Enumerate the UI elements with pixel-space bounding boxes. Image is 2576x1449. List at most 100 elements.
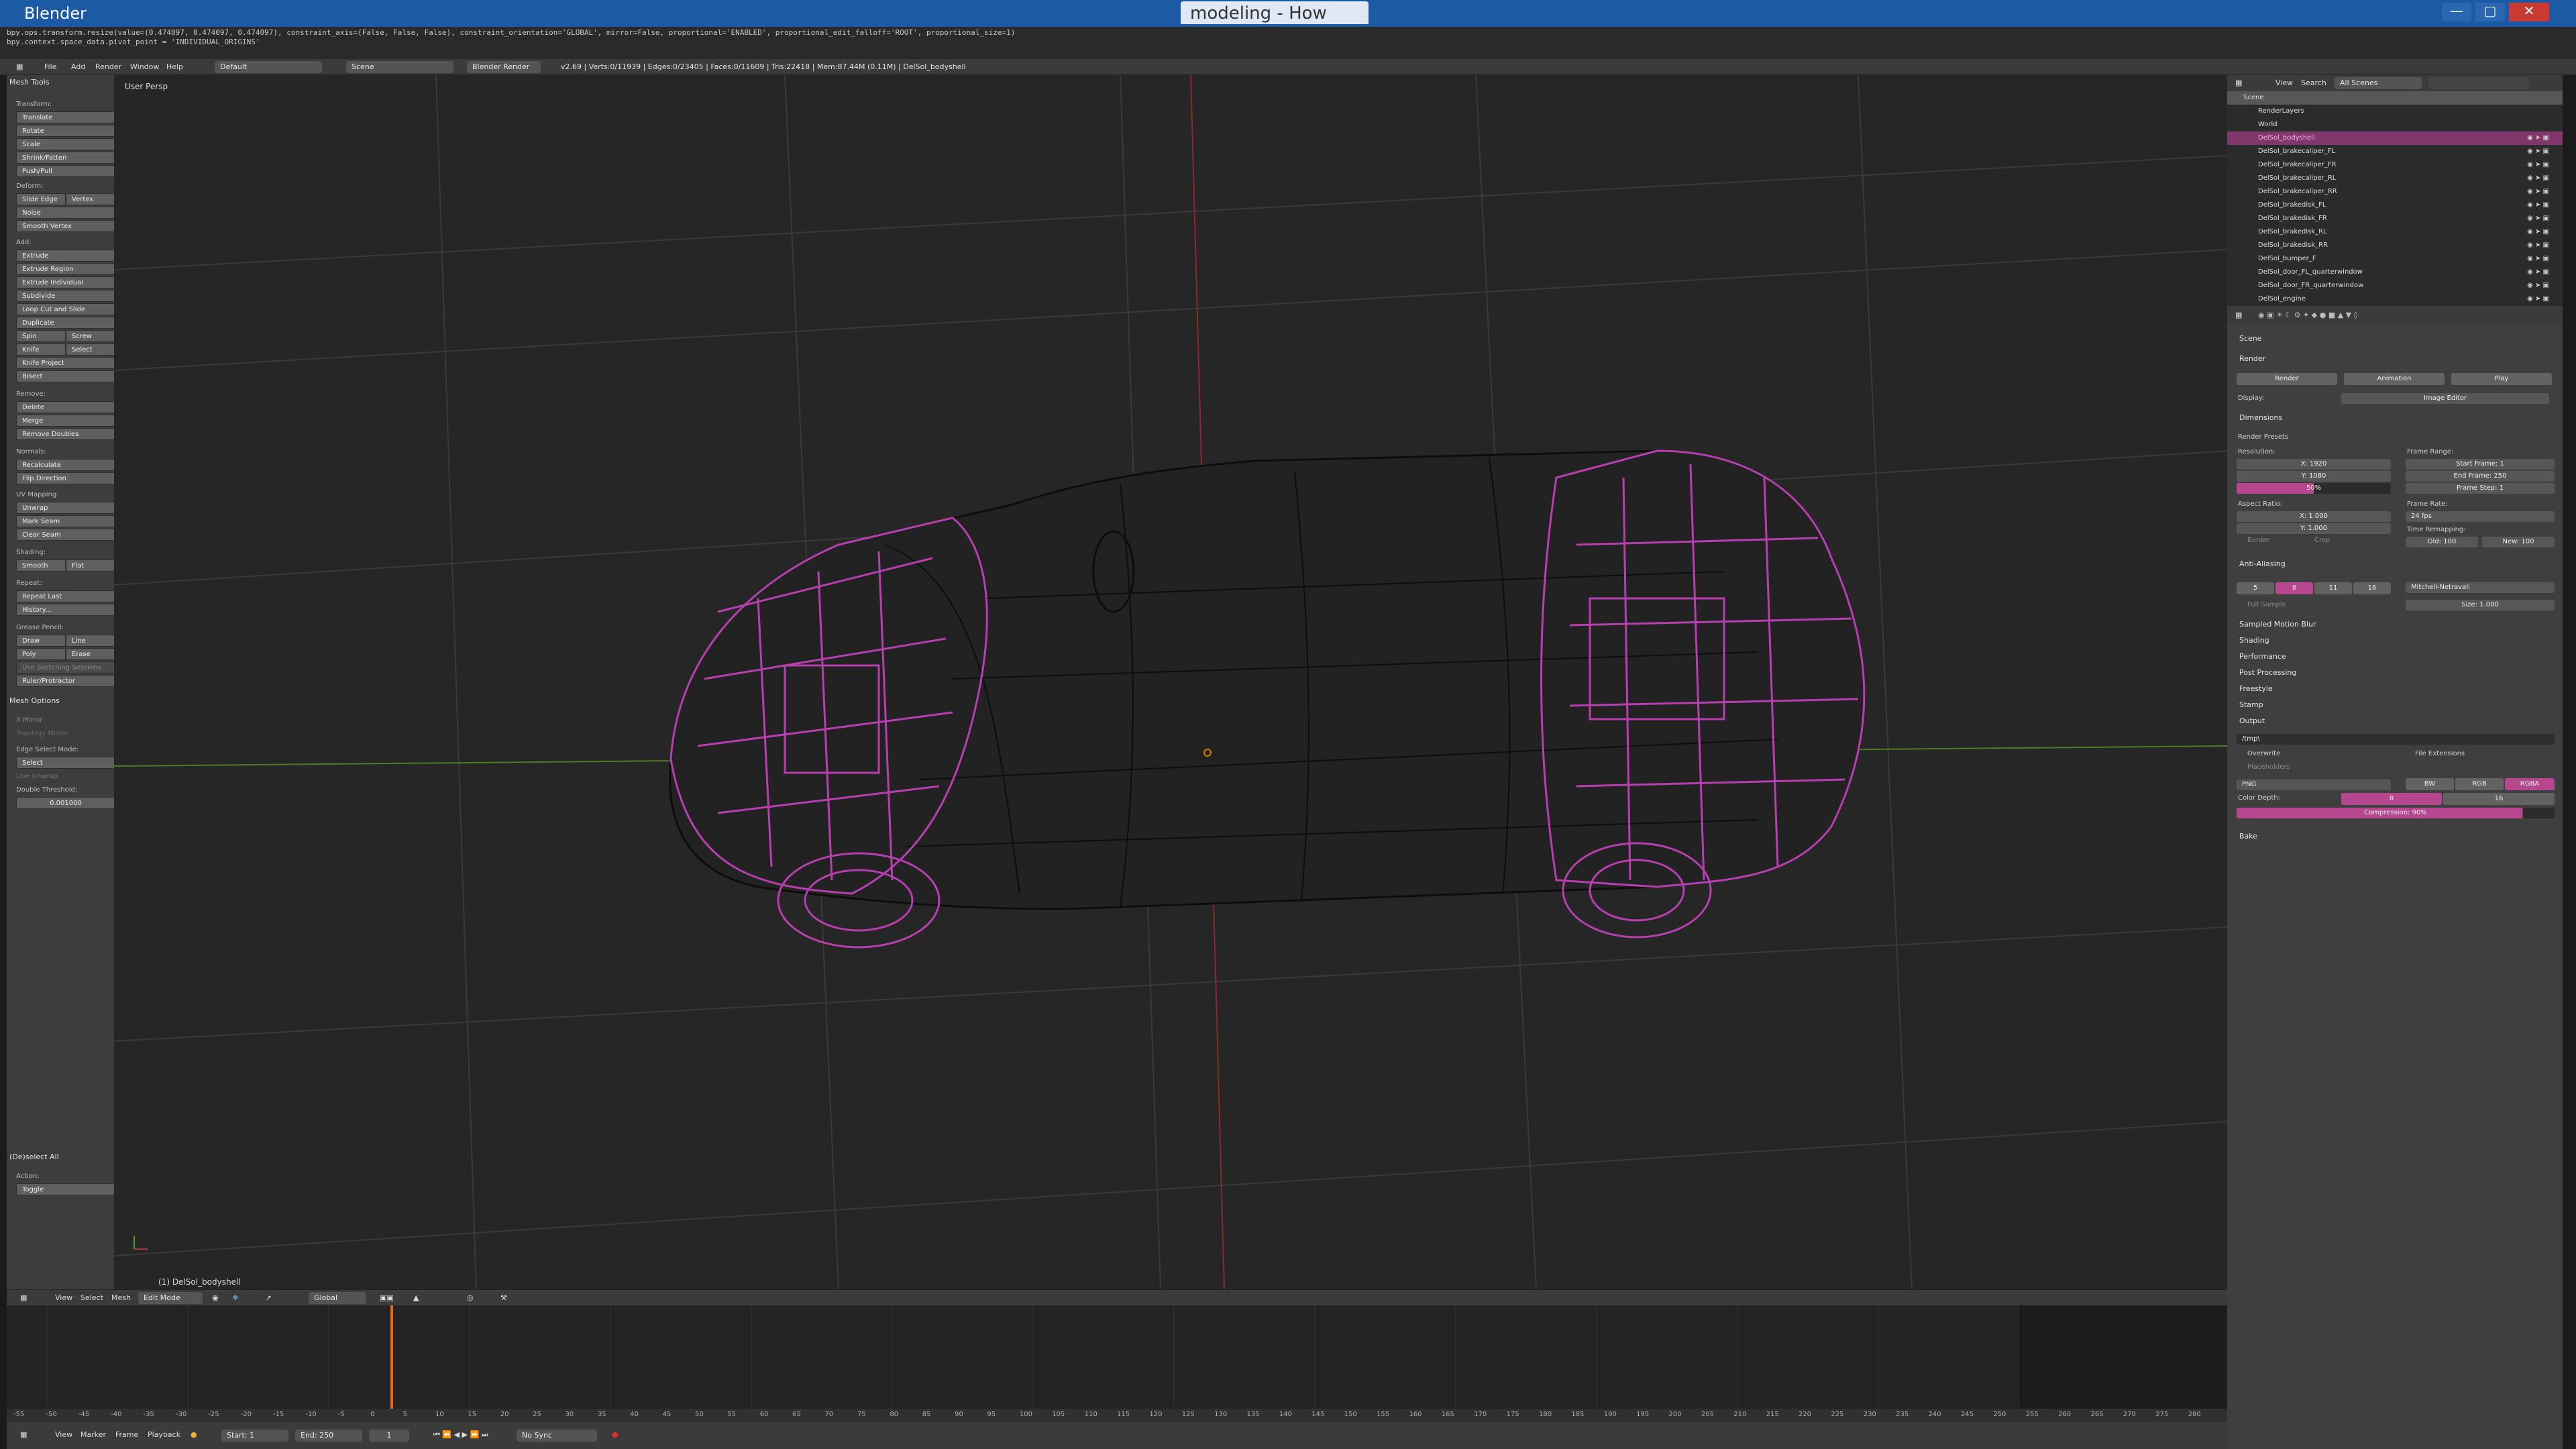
file-extensions-checkbox[interactable]: File Extensions	[2415, 750, 2465, 757]
spin-button[interactable]: Spin	[16, 330, 66, 342]
duplicate-button[interactable]: Duplicate	[16, 317, 115, 329]
rotate-button[interactable]: Rotate	[16, 125, 115, 137]
color-depth-16-button[interactable]: 16	[2443, 793, 2555, 805]
play-button[interactable]: Play	[2451, 373, 2552, 385]
aa-samples-5[interactable]: 5	[2237, 582, 2274, 594]
manipulator-icon[interactable]: ➚	[262, 1292, 276, 1304]
aspect-y-field[interactable]: Y: 1.000	[2237, 523, 2391, 534]
outliner-row[interactable]: World	[2227, 118, 2563, 131]
recalculate-button[interactable]: Recalculate	[16, 459, 115, 471]
record-icon[interactable]: ●	[608, 1429, 623, 1441]
post-processing-panel[interactable]: Post Processing	[2239, 668, 2296, 677]
scale-button[interactable]: Scale	[16, 138, 115, 150]
overwrite-checkbox[interactable]: Overwrite	[2247, 750, 2280, 757]
aa-filter-select[interactable]: Mitchell-Netravali	[2406, 582, 2555, 593]
color-depth-8-button[interactable]: 8	[2341, 793, 2442, 805]
layers-icon[interactable]: ▣▣	[376, 1292, 398, 1304]
use-sketching-checkbox[interactable]: Use Sketching Sessions	[16, 661, 115, 674]
timeline-canvas[interactable]	[7, 1305, 2227, 1422]
knife-project-button[interactable]: Knife Project	[16, 357, 115, 369]
push-pull-button[interactable]: Push/Pull	[16, 165, 115, 177]
action-select[interactable]: Toggle	[16, 1183, 115, 1195]
time-remap-new-field[interactable]: New: 100	[2482, 537, 2555, 547]
display-select[interactable]: Image Editor	[2341, 393, 2549, 404]
repeat-last-button[interactable]: Repeat Last	[16, 590, 115, 602]
aa-samples-8[interactable]: 8	[2275, 582, 2313, 594]
color-rgb-button[interactable]: RGB	[2455, 778, 2504, 790]
mark-seam-button[interactable]: Mark Seam	[16, 515, 115, 527]
outliner[interactable]: Scene RenderLayers World DelSol_bodyshel…	[2227, 91, 2563, 306]
outliner-row[interactable]: DelSol_door_FR_quarterwindow ◉ ➤ ▣	[2227, 279, 2563, 292]
resolution-x-field[interactable]: X: 1920	[2237, 459, 2391, 470]
proportional-icon[interactable]: ◎	[463, 1292, 478, 1304]
properties-tabs[interactable]: ▦ ◉ ▣ ☀ ☾ ⚙ ✦ ◆ ● ■ ▲ ▼ ◊	[2227, 306, 2563, 325]
visibility-icon[interactable]: ◉ ➤ ▣	[2527, 292, 2549, 306]
subdivide-button[interactable]: Subdivide	[16, 290, 115, 302]
loop-cut-button[interactable]: Loop Cut and Slide	[16, 303, 115, 315]
outliner-row[interactable]: DelSol_brakecaliper_RL ◉ ➤ ▣	[2227, 172, 2563, 185]
output-path-field[interactable]: /tmp\	[2237, 734, 2555, 745]
extrude-individual-button[interactable]: Extrude Individual	[16, 276, 115, 288]
color-bw-button[interactable]: BW	[2406, 778, 2454, 790]
extrude-region-button[interactable]: Extrude Region	[16, 263, 115, 275]
outliner-row[interactable]: DelSol_door_FL_quarterwindow ◉ ➤ ▣	[2227, 266, 2563, 279]
live-unwrap-checkbox[interactable]: Live Unwrap	[16, 773, 58, 780]
menu-file[interactable]: File	[40, 61, 60, 73]
editor-type-icon[interactable]: ▦	[2231, 309, 2246, 321]
flat-button[interactable]: Flat	[66, 559, 115, 572]
delete-button[interactable]: Delete	[16, 401, 115, 413]
visibility-icon[interactable]: ◉ ➤ ▣	[2527, 172, 2549, 185]
outliner-row[interactable]: DelSol_brakecaliper_RR ◉ ➤ ▣	[2227, 185, 2563, 199]
playback-controls-icon[interactable]: ⏮ ⏪ ◀ ▶ ⏩ ⏭	[429, 1429, 492, 1441]
freestyle-panel[interactable]: Freestyle	[2239, 684, 2273, 693]
slide-vertex-button[interactable]: Vertex	[66, 193, 115, 205]
editor-type-icon[interactable]: ▦	[12, 61, 27, 73]
car-wireframe[interactable]	[669, 449, 1866, 949]
outliner-row[interactable]: DelSol_brakecaliper_FL ◉ ➤ ▣	[2227, 145, 2563, 158]
menu-render[interactable]: Render	[91, 61, 125, 73]
outliner-row[interactable]: DelSol_brakedisk_RR ◉ ➤ ▣	[2227, 239, 2563, 252]
noise-button[interactable]: Noise	[16, 207, 115, 219]
outliner-row[interactable]: DelSol_brakedisk_FR ◉ ➤ ▣	[2227, 212, 2563, 225]
shading-panel[interactable]: Shading	[2239, 636, 2269, 645]
properties-context-icons[interactable]: ◉ ▣ ☀ ☾ ⚙ ✦ ◆ ● ■ ▲ ▼ ◊	[2254, 309, 2361, 321]
end-frame-field[interactable]: End Frame: 250	[2406, 471, 2555, 482]
crop-checkbox[interactable]: Crop	[2314, 537, 2330, 544]
visibility-icon[interactable]: ◉ ➤ ▣	[2527, 131, 2549, 145]
mode-select[interactable]: Edit Mode	[138, 1292, 203, 1304]
outliner-row[interactable]: DelSol_brakedisk_RL ◉ ➤ ▣	[2227, 225, 2563, 239]
visibility-icon[interactable]: ◉ ➤ ▣	[2527, 212, 2549, 225]
menu-mesh[interactable]: Mesh	[107, 1292, 135, 1304]
anti-aliasing-panel-title[interactable]: Anti-Aliasing	[2239, 559, 2286, 568]
slide-edge-button[interactable]: Slide Edge	[16, 193, 66, 205]
edge-select-mode-select[interactable]: Select	[16, 757, 115, 769]
output-panel-title[interactable]: Output	[2239, 716, 2265, 725]
select-mode-icon[interactable]: ▲	[409, 1292, 423, 1304]
outliner-row-selected[interactable]: DelSol_bodyshell ◉ ➤ ▣	[2227, 131, 2563, 145]
aa-samples-11[interactable]: 11	[2314, 582, 2352, 594]
layout-select[interactable]: Default	[215, 61, 322, 73]
smooth-vertex-button[interactable]: Smooth Vertex	[16, 220, 115, 232]
dimensions-panel-title[interactable]: Dimensions	[2239, 413, 2282, 422]
visibility-icon[interactable]: ◉ ➤ ▣	[2527, 199, 2549, 212]
start-frame-field[interactable]: Start Frame: 1	[2406, 459, 2555, 470]
smooth-button[interactable]: Smooth	[16, 559, 66, 572]
menu-view[interactable]: View	[51, 1292, 76, 1304]
erase-button[interactable]: Erase	[66, 648, 115, 660]
frame-step-field[interactable]: Frame Step: 1	[2406, 483, 2555, 494]
draw-button[interactable]: Draw	[16, 635, 66, 647]
outliner-menu-view[interactable]: View	[2271, 77, 2297, 89]
menu-frame[interactable]: Frame	[111, 1429, 142, 1441]
visibility-icon[interactable]: ◉ ➤ ▣	[2527, 225, 2549, 239]
outliner-display-select[interactable]: All Scenes	[2334, 77, 2422, 89]
close-icon[interactable]: ✕	[2509, 3, 2549, 21]
outliner-row[interactable]: Scene	[2227, 91, 2563, 105]
time-remap-old-field[interactable]: Old: 100	[2406, 537, 2478, 547]
visibility-icon[interactable]: ◉ ➤ ▣	[2527, 252, 2549, 266]
3d-viewport[interactable]	[114, 75, 2227, 1289]
knife-button[interactable]: Knife	[16, 343, 66, 356]
browser-tab-active[interactable]: modeling - How	[1181, 1, 1368, 24]
outliner-menu-search[interactable]: Search	[2297, 77, 2330, 89]
compression-slider[interactable]: Compression: 90%	[2237, 808, 2555, 818]
deselect-all-panel-title[interactable]: (De)select All	[9, 1152, 59, 1161]
